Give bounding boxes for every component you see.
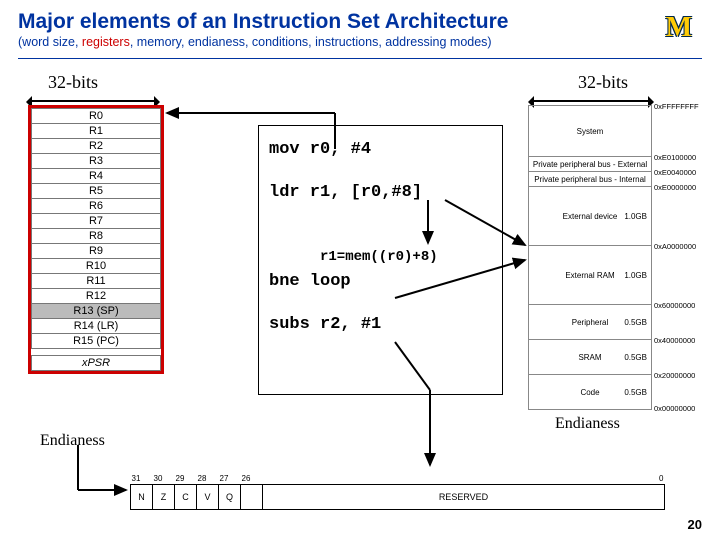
reg-r1: R1: [31, 124, 161, 139]
slide-title: Major elements of an Instruction Set Arc…: [18, 10, 509, 34]
reg-r11: R11: [31, 274, 161, 289]
reg-r8: R8: [31, 229, 161, 244]
umich-logo: M: [666, 12, 692, 44]
psr-diagram: 31 30 29 28 27 26 0 N Z C V Q RESERVED: [130, 470, 665, 510]
subtitle-red: registers: [82, 35, 130, 49]
reg-r0: R0: [31, 108, 161, 124]
mem-extram: External RAM1.0GB0xA0000000: [529, 245, 651, 304]
reg-r9: R9: [31, 244, 161, 259]
width-arrow-right: [530, 100, 652, 102]
width-arrow-left: [28, 100, 158, 102]
reg-sp: R13 (SP): [31, 304, 161, 319]
code-line-4: subs r2, #1: [269, 315, 492, 334]
psr-q: Q: [219, 485, 241, 510]
code-note: r1=mem((r0)+8): [320, 249, 438, 265]
psr-empty: [241, 485, 263, 510]
mem-extdev: External device1.0GB0xE0000000: [529, 186, 651, 245]
code-line-3: bne loop: [269, 272, 492, 291]
mem-periph: Peripheral0.5GB0x60000000: [529, 304, 651, 339]
reg-r6: R6: [31, 199, 161, 214]
psr-c: C: [175, 485, 197, 510]
reg-r5: R5: [31, 184, 161, 199]
memory-map: System0xFFFFFFFF Private peripheral bus …: [528, 105, 652, 410]
register-file: R0 R1 R2 R3 R4 R5 R6 R7 R8 R9 R10 R11 R1…: [28, 105, 164, 374]
reg-r2: R2: [31, 139, 161, 154]
mem-sram: SRAM0.5GB0x40000000: [529, 339, 651, 374]
psr-n: N: [131, 485, 153, 510]
reg-r3: R3: [31, 154, 161, 169]
code-line-1: mov r0, #4: [269, 140, 492, 159]
psr-v: V: [197, 485, 219, 510]
reg-r12: R12: [31, 289, 161, 304]
mem-adr: 0xFFFFFFFF: [654, 102, 706, 111]
mem-system: System0xFFFFFFFF: [529, 106, 651, 156]
reg-r10: R10: [31, 259, 161, 274]
page-number: 20: [688, 517, 702, 532]
psr-bit-28: 28: [197, 470, 219, 485]
psr-bit-29: 29: [175, 470, 197, 485]
bits-label-right: 32-bits: [578, 72, 628, 93]
psr-reserved: RESERVED: [263, 485, 665, 510]
psr-bit-0: 0: [643, 470, 665, 485]
reg-xpsr: xPSR: [31, 355, 161, 371]
reg-r7: R7: [31, 214, 161, 229]
subtitle-post: , memory, endianess, conditions, instruc…: [130, 35, 492, 49]
mem-ppb-ext: Private peripheral bus - External0xE0100…: [529, 156, 651, 171]
slide-subtitle: (word size, registers, memory, endianess…: [18, 35, 492, 49]
reg-r4: R4: [31, 169, 161, 184]
psr-bit-26: 26: [241, 470, 263, 485]
psr-bit-31: 31: [131, 470, 153, 485]
endianess-right: Endianess: [555, 415, 620, 433]
divider: [18, 58, 702, 59]
psr-bit-27: 27: [219, 470, 241, 485]
mem-ppb-int: Private peripheral bus - Internal0xE0040…: [529, 171, 651, 186]
endianess-left: Endianess: [40, 432, 105, 450]
psr-bit-30: 30: [153, 470, 175, 485]
mem-code: Code0.5GB0x200000000x00000000: [529, 374, 651, 409]
code-line-2: ldr r1, [r0,#8]: [269, 183, 492, 202]
bits-label-left: 32-bits: [48, 72, 98, 93]
reg-pc: R15 (PC): [31, 334, 161, 349]
subtitle-pre: (word size,: [18, 35, 82, 49]
reg-lr: R14 (LR): [31, 319, 161, 334]
psr-z: Z: [153, 485, 175, 510]
psr-bit-mid: [263, 470, 643, 485]
